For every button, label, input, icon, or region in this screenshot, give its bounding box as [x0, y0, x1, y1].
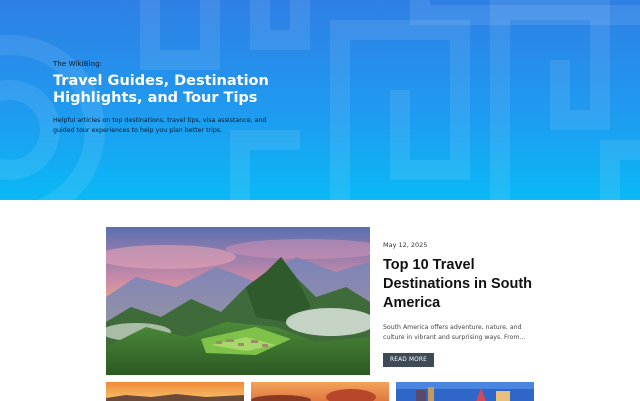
read-more-button[interactable]: READ MORE — [383, 353, 435, 367]
city-thumbnail-image — [396, 382, 534, 401]
hero-kicker: The WikiBlog: — [53, 60, 103, 68]
post-thumbnail-3[interactable] — [396, 382, 534, 401]
mountain-landscape-image — [106, 227, 370, 375]
featured-post: May 12, 2025 Top 10 Travel Destinations … — [106, 227, 536, 375]
post-date: May 12, 2025 — [383, 241, 428, 249]
featured-post-info: May 12, 2025 Top 10 Travel Destinations … — [383, 241, 538, 367]
featured-post-image[interactable] — [106, 227, 370, 375]
sunset-thumbnail-image — [106, 382, 244, 401]
post-thumbnail-2[interactable] — [251, 382, 389, 401]
hero-description: Helpful articles on top destinations, tr… — [53, 117, 267, 134]
post-excerpt: South America offers adventure, nature, … — [383, 324, 526, 341]
hero-content: The WikiBlog: Travel Guides, Destination… — [53, 60, 293, 136]
autumn-thumbnail-image — [251, 382, 389, 401]
hero-banner: The WikiBlog: Travel Guides, Destination… — [0, 0, 640, 200]
post-thumbnail-1[interactable] — [106, 382, 244, 401]
hero-title: Travel Guides, Destination Highlights, a… — [53, 73, 269, 106]
post-title[interactable]: Top 10 Travel Destinations in South Amer… — [383, 256, 538, 313]
